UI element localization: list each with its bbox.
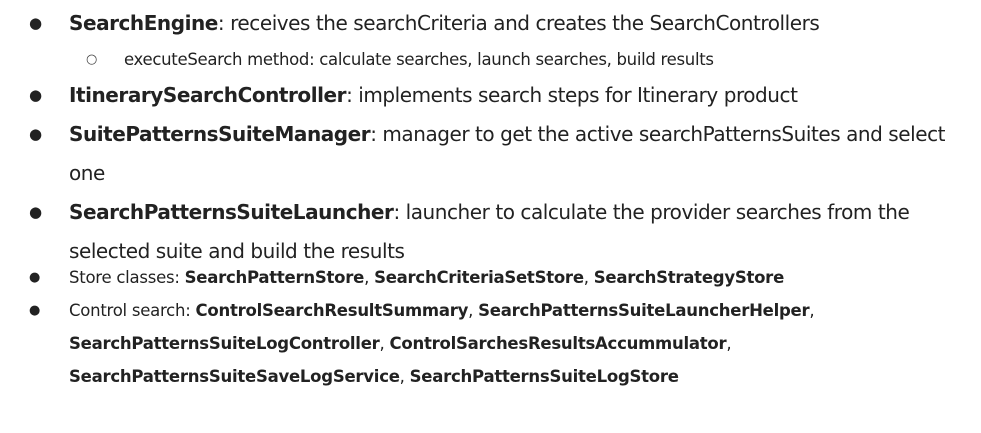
class-name: SearchPatternStore (184, 268, 365, 287)
class-name: ItinerarySearchController (69, 83, 347, 107)
separator: , (726, 334, 732, 353)
class-name: SuitePatternsSuiteManager (69, 122, 371, 146)
class-name: ControlSearchResultSummary (195, 301, 469, 320)
separator: , (379, 334, 385, 353)
list-item-control-search: ● Control search: ControlSearchResultSum… (0, 294, 981, 393)
bullet-icon: ● (29, 270, 41, 285)
list-item-search-patterns-suite-launcher: ● SearchPatternsSuiteLauncher: launcher … (0, 193, 981, 271)
class-name: SearchStrategyStore (593, 268, 785, 287)
sub-list-item-execute-search: ○ executeSearch method: calculate search… (0, 43, 981, 76)
secondary-class-list: ● Store classes: SearchPatternStore, Sea… (0, 261, 981, 393)
separator: , (809, 301, 815, 320)
class-name: SearchEngine (69, 11, 218, 35)
sub-item-text: executeSearch method: calculate searches… (124, 50, 714, 69)
list-item-itinerary-search-controller: ● ItinerarySearchController: implements … (0, 76, 981, 115)
class-description: : receives the searchCriteria and create… (217, 11, 820, 35)
bullet-icon: ● (29, 303, 41, 318)
list-item-suite-patterns-suite-manager: ● SuitePatternsSuiteManager: manager to … (0, 115, 981, 193)
control-search-label: Control search: (69, 301, 196, 320)
separator: , (399, 367, 405, 386)
circle-bullet-icon: ○ (86, 52, 98, 67)
class-name: SearchPatternsSuiteSaveLogService (69, 367, 400, 386)
separator: , (583, 268, 594, 287)
bullet-icon: ● (29, 14, 42, 32)
class-name: ControlSarchesResultsAccummulator (389, 334, 727, 353)
list-item-store-classes: ● Store classes: SearchPatternStore, Sea… (0, 261, 981, 294)
class-description: : launcher to calculate the provider sea… (393, 200, 910, 224)
separator: , (468, 301, 474, 320)
main-class-list: ● SearchEngine: receives the searchCrite… (0, 4, 981, 271)
document-page: ● SearchEngine: receives the searchCrite… (0, 0, 981, 433)
class-name: SearchPatternsSuiteLogController (69, 334, 380, 353)
class-name: SearchPatternsSuiteLauncherHelper (478, 301, 810, 320)
store-classes-label: Store classes: (69, 268, 185, 287)
class-name: SearchCriteriaSetStore (374, 268, 584, 287)
bullet-icon: ● (29, 203, 42, 221)
separator: , (364, 268, 375, 287)
class-description: : implements search steps for Itinerary … (346, 83, 798, 107)
class-description-continuation: selected suite and build the results (69, 239, 405, 263)
bullet-icon: ● (29, 86, 42, 104)
class-name: SearchPatternsSuiteLauncher (69, 200, 394, 224)
class-name: SearchPatternsSuiteLogStore (409, 367, 679, 386)
list-item-search-engine: ● SearchEngine: receives the searchCrite… (0, 4, 981, 43)
bullet-icon: ● (29, 125, 42, 143)
